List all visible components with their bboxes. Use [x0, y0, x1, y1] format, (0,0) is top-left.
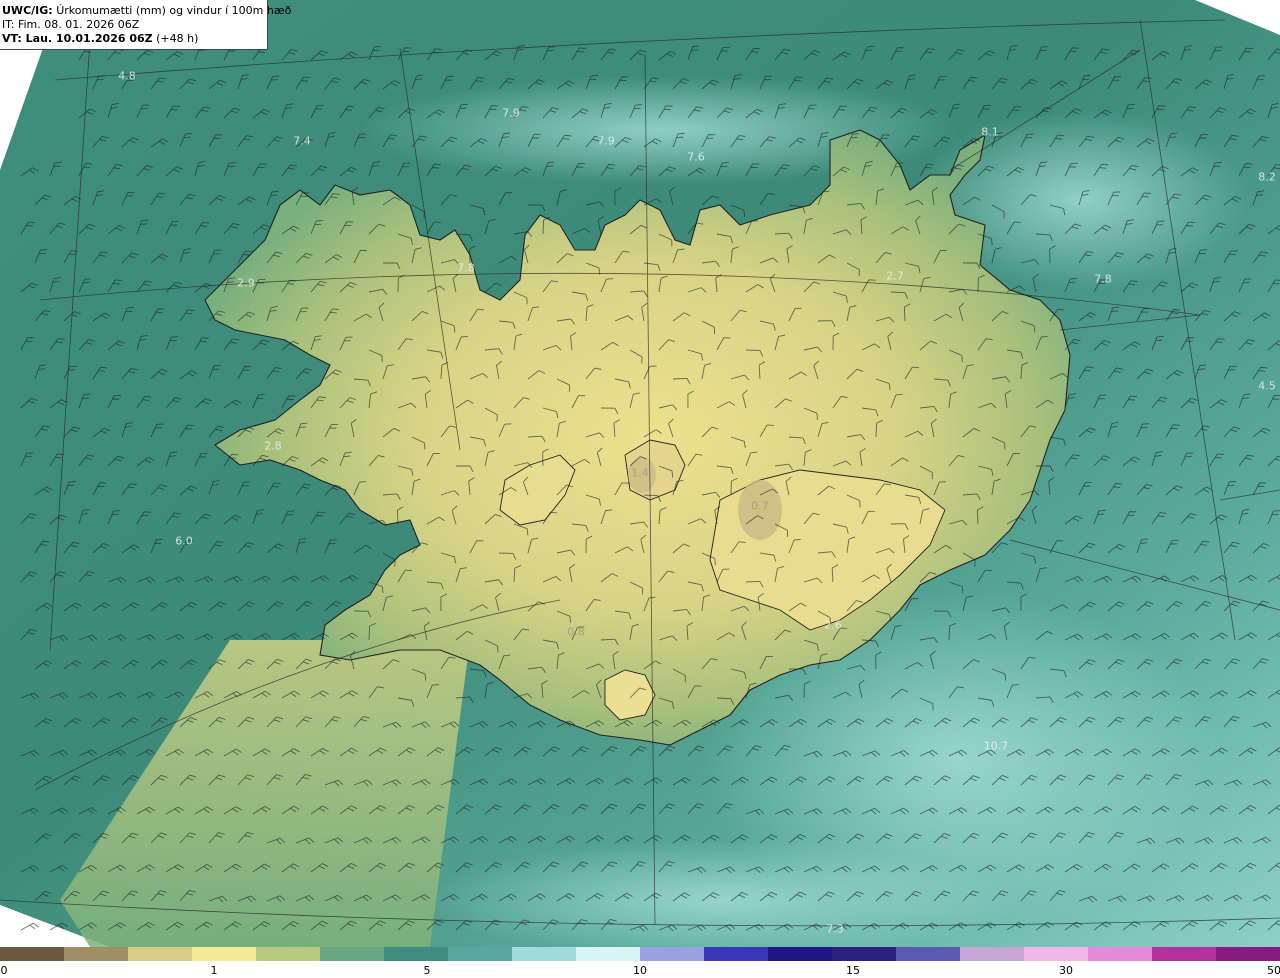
colorbar-segment [1088, 947, 1152, 961]
colorbar-segment [896, 947, 960, 961]
value-label: 7.9 [597, 134, 615, 148]
colorbar-segment [768, 947, 832, 961]
valid-time: VT: Lau. 10.01.2026 06Z [2, 32, 153, 45]
colorbar-tick-label: 0 [0, 964, 8, 977]
colorbar-segment [1024, 947, 1088, 961]
map-title: Úrkomumætti (mm) og vindur í 100m hæð [56, 4, 292, 17]
value-label: 7.3 [826, 922, 844, 936]
model-name: UWC/IG: [2, 4, 53, 17]
value-label: 7.8 [457, 261, 475, 275]
colorbar-segment [512, 947, 576, 961]
initial-time: IT: Fim. 08. 01. 2026 06Z [2, 18, 140, 31]
value-label: 4.8 [118, 69, 136, 83]
value-label: 1.4 [631, 466, 649, 480]
value-label: 8.1 [981, 125, 999, 139]
value-label: 0.8 [567, 625, 585, 639]
colorbar-strip [0, 947, 1280, 961]
value-label: 4.5 [1258, 379, 1276, 393]
colorbar-segment [960, 947, 1024, 961]
value-label: 10.7 [983, 739, 1009, 753]
value-label: 7.8 [1094, 272, 1112, 286]
colorbar-segment [640, 947, 704, 961]
value-label: 7.6 [687, 150, 705, 164]
value-label: 2.7 [886, 269, 904, 283]
colorbar-segment [256, 947, 320, 961]
colorbar-segment [0, 947, 64, 961]
colorbar-segment [320, 947, 384, 961]
value-label: 0.7 [751, 499, 769, 513]
precip-colorbar: 0 1 5 10 15 30 50 [0, 947, 1280, 978]
colorbar-segment [128, 947, 192, 961]
colorbar-segment [832, 947, 896, 961]
value-label: 7.9 [502, 106, 520, 120]
value-label: 2.8 [264, 439, 282, 453]
colorbar-tick-label: 5 [423, 964, 431, 977]
forecast-info-box: UWC/IG: Úrkomumætti (mm) og vindur í 100… [0, 0, 291, 50]
colorbar-tick-label: 30 [1059, 964, 1073, 977]
colorbar-segment [1152, 947, 1216, 961]
colorbar-segment [64, 947, 128, 961]
colorbar-segment [384, 947, 448, 961]
forecast-lead: (+48 h) [156, 32, 199, 45]
value-label: 8.2 [1258, 170, 1276, 184]
colorbar-tick-label: 10 [633, 964, 647, 977]
colorbar-segment [448, 947, 512, 961]
colorbar-segment [704, 947, 768, 961]
colorbar-segment [576, 947, 640, 961]
colorbar-segment [192, 947, 256, 961]
colorbar-segment [1216, 947, 1280, 961]
value-label: 2.6 [824, 618, 842, 632]
value-label: 2.9 [237, 276, 255, 290]
colorbar-tick-label: 50 [1267, 964, 1280, 977]
value-label: 7.4 [293, 134, 311, 148]
colorbar-tick-label: 1 [210, 964, 218, 977]
colorbar-tick-label: 15 [846, 964, 860, 977]
value-label: 6.0 [175, 534, 193, 548]
